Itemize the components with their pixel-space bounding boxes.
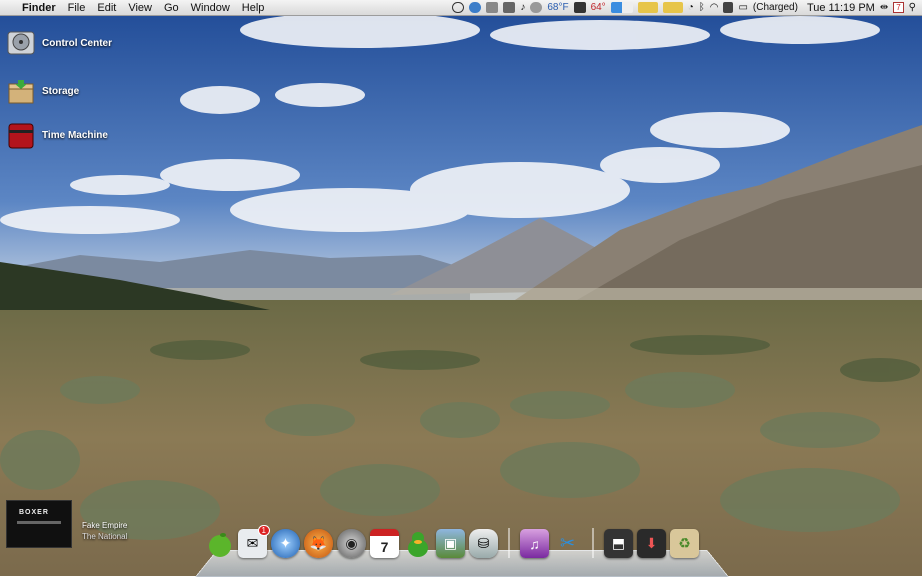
duck-icon bbox=[407, 531, 428, 557]
menu-go[interactable]: Go bbox=[158, 2, 185, 14]
dock-separator bbox=[508, 528, 510, 558]
bluetooth-icon[interactable]: ᛒ bbox=[699, 2, 705, 13]
film-reel-icon: ◉ bbox=[345, 535, 358, 551]
album-cover-text: BOXER bbox=[19, 509, 49, 516]
battery-status[interactable]: (Charged) bbox=[753, 2, 798, 13]
mail-badge: 1 bbox=[257, 525, 270, 536]
apple-logo-icon bbox=[208, 532, 231, 557]
now-playing-widget[interactable]: BOXER Fake Empire The National bbox=[6, 500, 127, 548]
cpu-temperature[interactable]: 64° bbox=[591, 2, 606, 13]
desktop-icon-control-center[interactable]: Control Center bbox=[6, 28, 112, 58]
compass-icon: ✦ bbox=[279, 535, 292, 551]
lock-icon[interactable] bbox=[573, 2, 586, 13]
menu-bar: Finder File Edit View Go Window Help ♪ 6… bbox=[0, 0, 922, 16]
dock-safari[interactable]: ✦ bbox=[271, 529, 300, 558]
calendar-day-number: 7 bbox=[380, 539, 389, 555]
stethoscope-icon: ⛁ bbox=[477, 535, 490, 551]
chat-icon[interactable] bbox=[452, 2, 465, 13]
dock-trash[interactable]: ♻ bbox=[670, 529, 699, 558]
downloads-icon: ⬇ bbox=[645, 535, 658, 551]
scissors-icon: ✂ bbox=[559, 533, 576, 553]
volume-icon[interactable] bbox=[723, 2, 734, 13]
globe-icon[interactable] bbox=[469, 2, 482, 13]
dock-calendar[interactable]: 7 bbox=[370, 529, 399, 558]
photo-icon: ▣ bbox=[443, 535, 458, 551]
time-machine-icon[interactable]: ◔ bbox=[688, 2, 694, 13]
menu-window[interactable]: Window bbox=[185, 2, 236, 14]
menu-help[interactable]: Help bbox=[236, 2, 271, 14]
desktop-icon-label: Control Center bbox=[42, 37, 112, 49]
dock-finder[interactable] bbox=[205, 529, 234, 558]
cpu-meter-icon[interactable] bbox=[637, 2, 658, 13]
dock-firefox[interactable]: 🦊 bbox=[304, 529, 333, 558]
wallpaper-image bbox=[0, 0, 922, 576]
archive-box-icon bbox=[8, 80, 34, 104]
dock-disk-utility[interactable]: ⛁ bbox=[469, 529, 498, 558]
track-title: Fake Empire bbox=[82, 521, 128, 530]
album-cover-line bbox=[17, 521, 61, 524]
music-note-icon[interactable]: ♪ bbox=[520, 2, 525, 13]
time-machine-drive-icon bbox=[8, 123, 34, 149]
dock-iphoto[interactable]: ▣ bbox=[436, 529, 465, 558]
menu-view[interactable]: View bbox=[122, 2, 158, 14]
weather-temperature[interactable]: 68°F bbox=[547, 2, 568, 13]
activity-icon[interactable] bbox=[503, 2, 516, 13]
spotlight-icon[interactable]: ⚲ bbox=[909, 2, 916, 13]
now-playing-text: Fake Empire The National bbox=[82, 520, 127, 542]
dock-installer[interactable]: ⬒ bbox=[604, 529, 633, 558]
dock-quicktime[interactable]: ◉ bbox=[337, 529, 366, 558]
installer-icon: ⬒ bbox=[611, 535, 626, 551]
recycle-icon: ♻ bbox=[678, 535, 691, 551]
dock-scripts[interactable]: ✂ bbox=[553, 529, 582, 558]
status-menus: ♪ 68°F 64° ◔ ᛒ ◠ ▭ (Charged) Tue 11:19 P… bbox=[452, 2, 922, 14]
weather-icon[interactable] bbox=[530, 2, 543, 13]
wifi-icon[interactable]: ◠ bbox=[710, 2, 719, 13]
memory-meter-icon[interactable] bbox=[610, 2, 633, 13]
dock-downloads[interactable]: ⬇ bbox=[637, 529, 666, 558]
desktop-icon-time-machine[interactable]: Time Machine bbox=[6, 120, 108, 150]
desktop-icon-storage[interactable]: Storage bbox=[6, 76, 79, 106]
music-note-icon: ♫ bbox=[529, 535, 540, 552]
track-artist: The National bbox=[82, 532, 128, 541]
dock-mail[interactable]: ✉ 1 bbox=[238, 525, 270, 558]
album-cover: BOXER bbox=[6, 500, 72, 548]
mail-stamp-icon: ✉ bbox=[246, 535, 259, 551]
network-meter-icon[interactable] bbox=[662, 2, 683, 13]
menu-edit[interactable]: Edit bbox=[91, 2, 122, 14]
fox-icon: 🦊 bbox=[309, 535, 328, 551]
desktop-icon-label: Time Machine bbox=[42, 129, 108, 141]
dock-adium[interactable] bbox=[403, 529, 432, 558]
expand-icon[interactable]: ⇹ bbox=[880, 2, 888, 13]
dock-separator bbox=[592, 528, 594, 558]
menu-file[interactable]: File bbox=[62, 2, 92, 14]
clock[interactable]: Tue 11:19 PM bbox=[807, 2, 875, 14]
script-icon[interactable] bbox=[486, 2, 499, 13]
battery-icon[interactable]: ▭ bbox=[738, 2, 747, 13]
hard-drive-icon bbox=[7, 31, 35, 55]
dock: ✉ 1 ✦ 🦊 ◉ 7 ▣ ⛁ ♫ ✂ ⬒ ⬇ ♻ bbox=[205, 525, 699, 558]
desktop-icon-label: Storage bbox=[42, 85, 80, 97]
dock-itunes[interactable]: ♫ bbox=[520, 529, 549, 558]
app-menu-finder[interactable]: Finder bbox=[16, 2, 62, 14]
calendar-icon[interactable]: 7 bbox=[893, 2, 904, 13]
desktop-wallpaper bbox=[0, 0, 922, 576]
